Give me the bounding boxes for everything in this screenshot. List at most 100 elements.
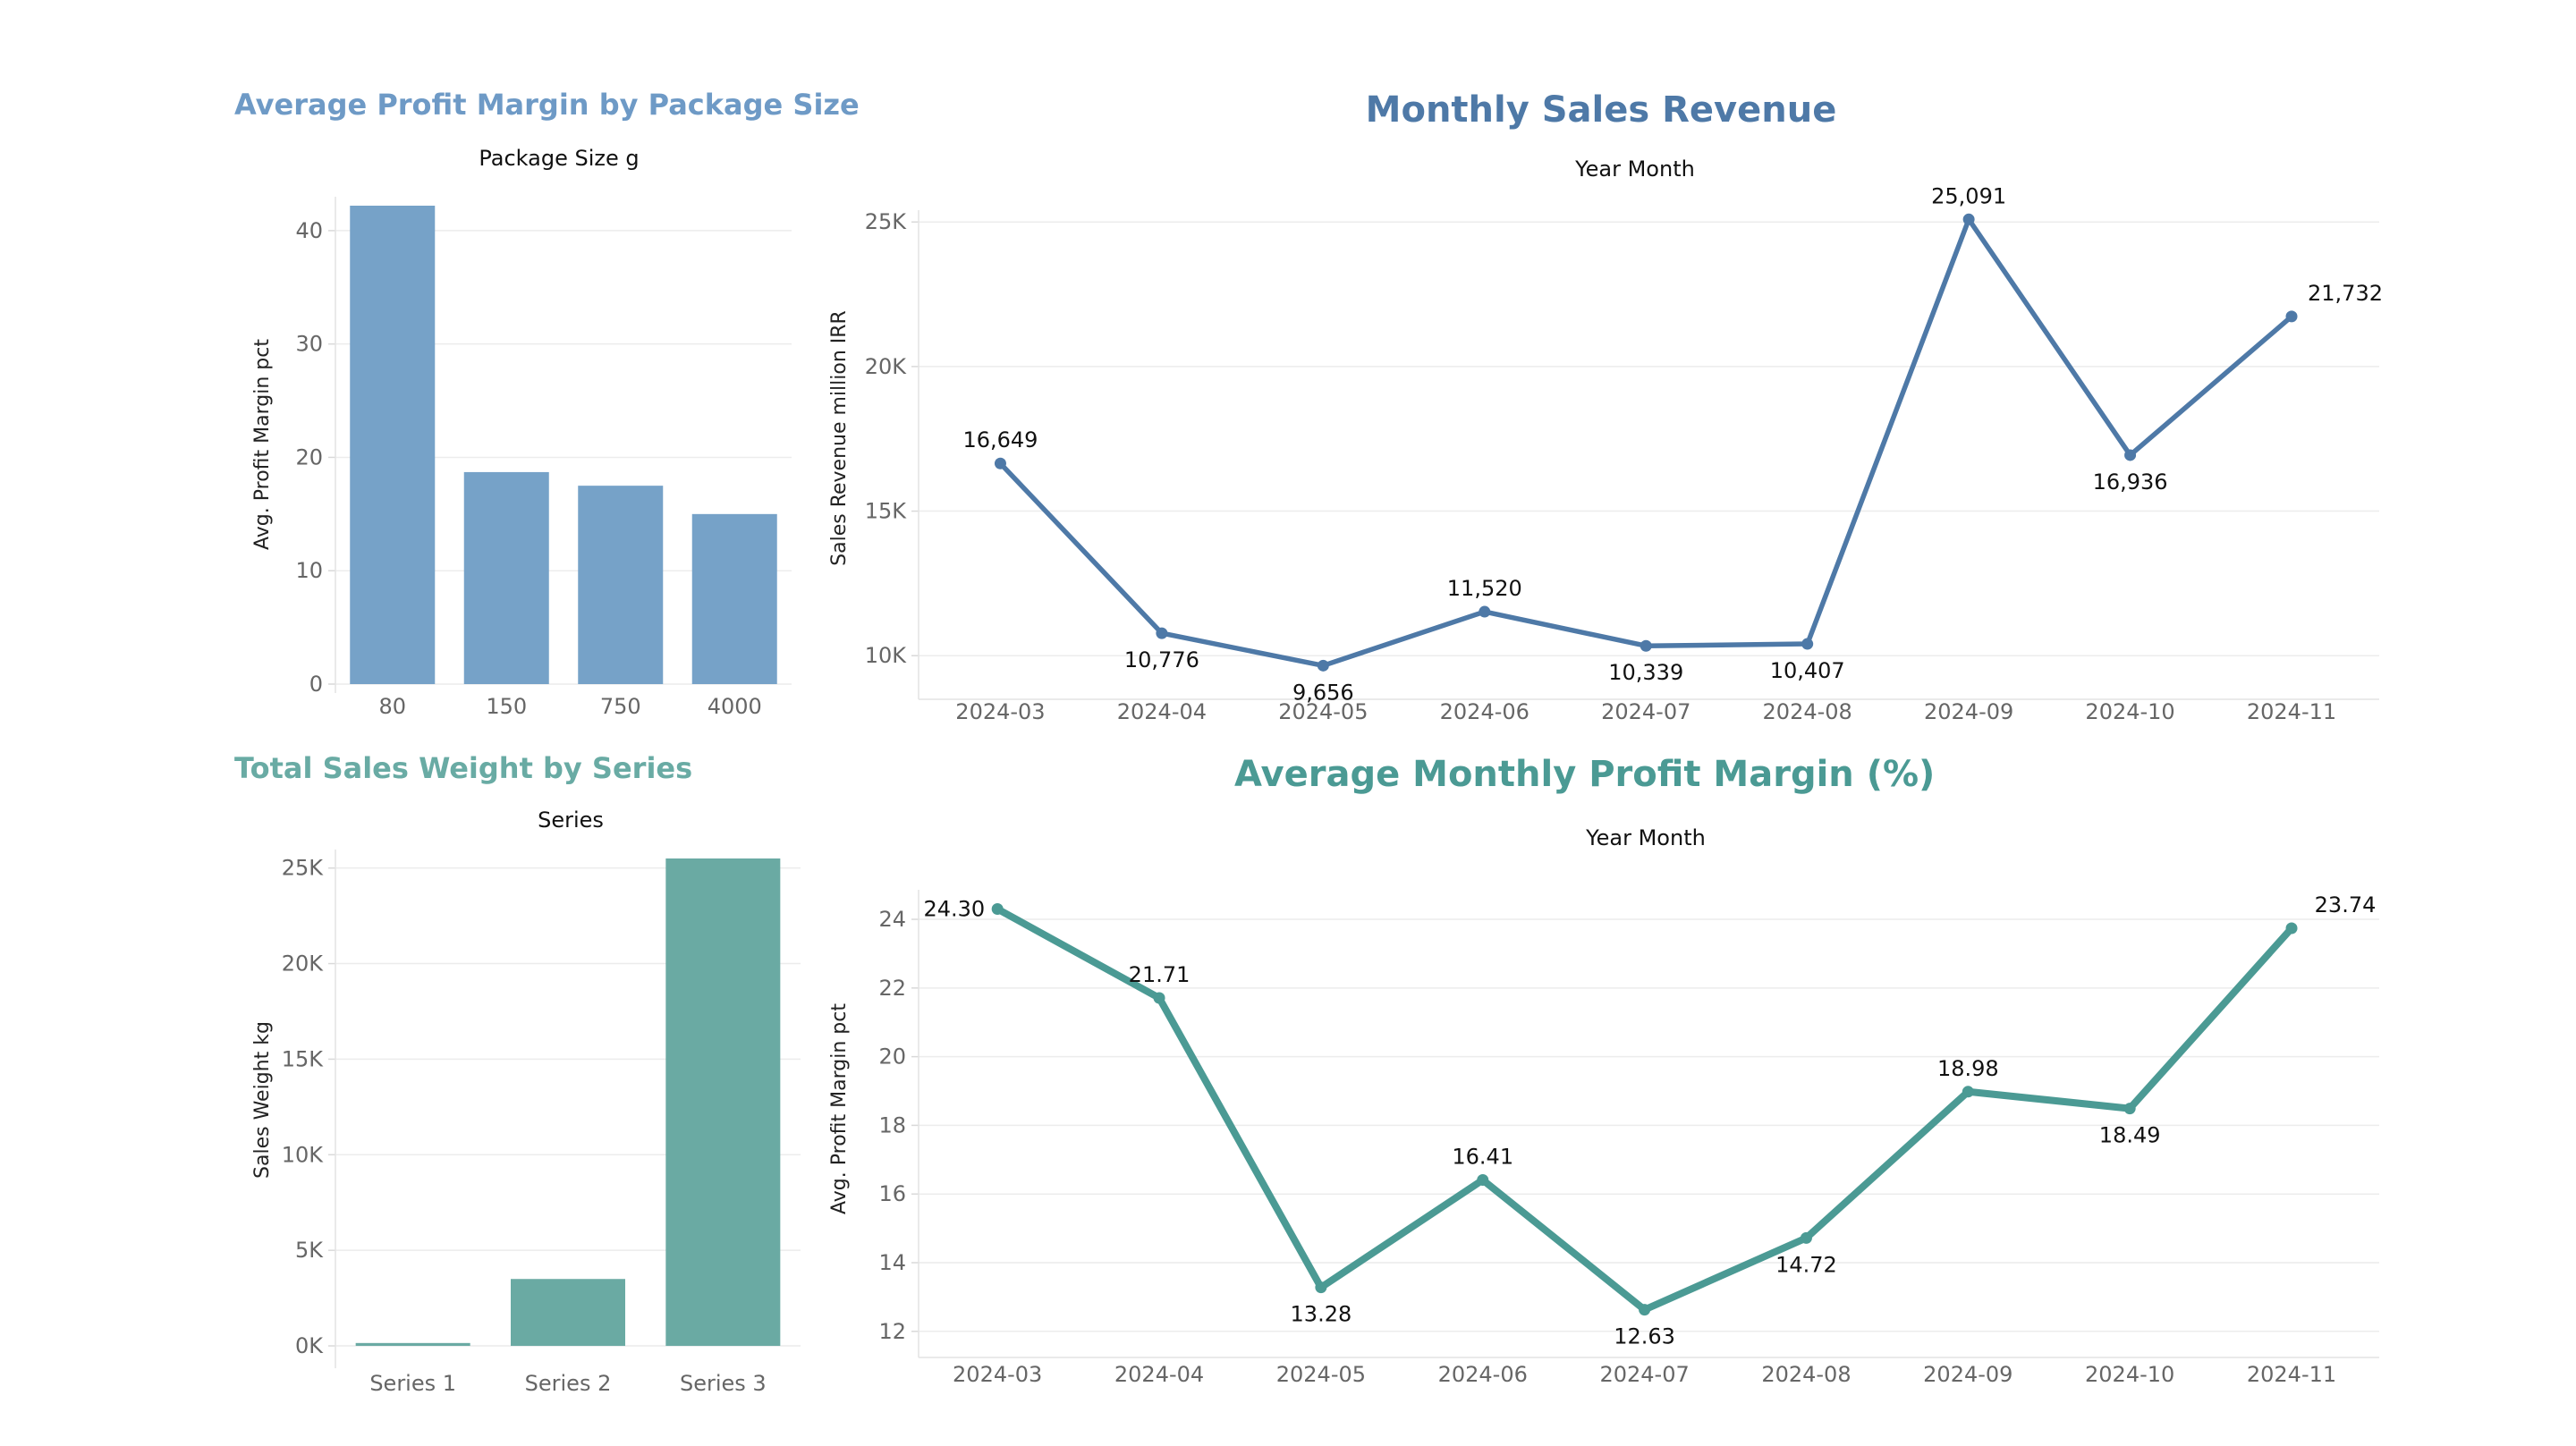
- y-tick-label: 10K: [865, 643, 908, 668]
- data-point-2024-08: [1800, 1231, 1812, 1244]
- x-tick-label: 2024-08: [1763, 699, 1852, 724]
- x-tick-label: Series 2: [525, 1371, 612, 1396]
- monthly-margin-chart: Year Month Avg. Profit Margin pct 12 14 16 18…: [828, 825, 2379, 1387]
- y-tick-label: 25K: [865, 209, 908, 234]
- y-tick-label: 20: [878, 1044, 906, 1070]
- y-tick-label: 14: [878, 1250, 906, 1275]
- x-tick-label: 2024-09: [1923, 1362, 2012, 1387]
- y-tick-label: 10K: [282, 1142, 325, 1167]
- data-point-2024-10: [2123, 1103, 2136, 1115]
- y-tick-label: 25K: [282, 856, 325, 881]
- x-tick-label: 2024-03: [955, 699, 1045, 724]
- x-axis-header: Year Month: [1574, 156, 1695, 182]
- y-tick-label: 5K: [295, 1238, 324, 1263]
- data-point-2024-09: [1962, 1086, 1974, 1098]
- data-label: 16,936: [2093, 469, 2168, 495]
- x-tick-label: 2024-04: [1114, 1362, 1204, 1387]
- x-tick-label: 2024-08: [1761, 1362, 1851, 1387]
- data-label: 23.74: [2315, 892, 2377, 917]
- data-point-2024-10: [2124, 449, 2137, 461]
- x-tick-label: 2024-06: [1440, 699, 1530, 724]
- x-tick-label: 150: [486, 694, 527, 719]
- panel-monthly-revenue: Monthly Sales Revenue Year Month Sales Re…: [805, 0, 2576, 733]
- x-axis-header: Package Size g: [479, 146, 639, 171]
- x-axis-header: Year Month: [1585, 825, 1706, 850]
- monthly-revenue-chart: Year Month Sales Revenue million IRR 10K 15…: [828, 156, 2383, 724]
- data-point-2024-07: [1639, 1304, 1651, 1316]
- data-label: 21.71: [1129, 962, 1191, 987]
- y-tick-label: 0: [309, 672, 323, 697]
- y-tick-label: 10: [295, 558, 323, 583]
- data-point-2024-11: [2285, 922, 2298, 934]
- x-tick-label: 2024-04: [1117, 699, 1207, 724]
- x-tick-label: 2024-07: [1601, 699, 1690, 724]
- y-axis-label: Avg. Profit Margin pct: [828, 1003, 851, 1214]
- data-point-2024-05: [1317, 659, 1329, 672]
- y-tick-label: 20: [295, 444, 323, 469]
- bar-series-3: [665, 858, 781, 1347]
- data-point-2024-05: [1315, 1281, 1327, 1294]
- data-label: 10,339: [1608, 660, 1683, 685]
- data-point-2024-06: [1477, 1173, 1489, 1186]
- panel-profit-by-package: Average Profit Margin by Package Size Pa…: [0, 0, 860, 733]
- y-tick-label: 18: [878, 1112, 906, 1137]
- y-tick-label: 0K: [295, 1333, 324, 1358]
- data-label: 11,520: [1447, 576, 1522, 601]
- data-point-2024-06: [1479, 605, 1491, 618]
- data-label: 21,732: [2308, 281, 2383, 306]
- y-tick-label: 24: [878, 907, 906, 932]
- x-tick-label: Series 1: [369, 1371, 456, 1396]
- y-tick-label: 15K: [865, 499, 908, 524]
- data-label: 14.72: [1775, 1252, 1837, 1277]
- weight-by-series-chart: Series Sales Weight kg 0K 5K 10K 15K 20K 25K Ser…: [251, 808, 801, 1396]
- data-label: 18.98: [1937, 1056, 1999, 1081]
- y-tick-label: 40: [295, 218, 323, 243]
- x-tick-label: 2024-03: [953, 1362, 1042, 1387]
- x-tick-label: 4000: [708, 694, 762, 719]
- x-tick-label: 80: [378, 694, 406, 719]
- data-label: 25,091: [1931, 183, 2006, 208]
- data-point-2024-04: [1156, 627, 1168, 639]
- data-point-2024-07: [1640, 639, 1652, 652]
- x-tick-label: 2024-10: [2085, 699, 2174, 724]
- y-tick-label: 15K: [282, 1046, 325, 1071]
- y-axis-label: Sales Revenue million IRR: [828, 310, 851, 566]
- data-label: 18.49: [2099, 1123, 2161, 1148]
- data-label: 13.28: [1291, 1302, 1352, 1327]
- data-point-2024-08: [1801, 638, 1814, 650]
- bar-80: [350, 206, 436, 684]
- x-tick-label: 2024-05: [1276, 1362, 1366, 1387]
- data-point-2024-11: [2285, 310, 2298, 323]
- bar-750: [578, 486, 664, 684]
- y-tick-label: 30: [295, 332, 323, 357]
- data-label: 10,407: [1770, 658, 1845, 683]
- x-tick-label: 2024-07: [1599, 1362, 1689, 1387]
- y-tick-label: 22: [878, 976, 906, 1001]
- series-line: [997, 216, 2294, 669]
- y-tick-label: 12: [878, 1319, 906, 1344]
- x-tick-label: 2024-11: [2247, 699, 2336, 724]
- x-tick-label: 750: [600, 694, 641, 719]
- panel-weight-by-series: Total Sales Weight by Series Series Sales…: [0, 733, 805, 1446]
- x-tick-label: 2024-05: [1278, 699, 1368, 724]
- x-axis-header: Series: [538, 808, 604, 833]
- bar-4000: [691, 513, 777, 684]
- x-tick-label: 2024-09: [1924, 699, 2013, 724]
- y-tick-label: 20K: [282, 951, 325, 977]
- x-tick-label: 2024-06: [1438, 1362, 1528, 1387]
- panel-monthly-margin: Average Monthly Profit Margin (%) Year M…: [805, 733, 2576, 1446]
- data-label: 16.41: [1452, 1144, 1513, 1169]
- y-axis-label: Sales Weight kg: [251, 1021, 274, 1179]
- bar-series-2: [511, 1279, 625, 1347]
- series-line: [994, 905, 2296, 1314]
- data-point-2024-04: [1153, 992, 1165, 1004]
- data-point-2024-09: [1962, 213, 1975, 225]
- bar-series-1: [355, 1342, 470, 1347]
- x-tick-label: 2024-11: [2247, 1362, 2336, 1387]
- y-tick-label: 20K: [865, 354, 908, 379]
- data-label: 12.63: [1614, 1324, 1675, 1349]
- x-tick-label: 2024-10: [2085, 1362, 2174, 1387]
- data-label: 16,649: [962, 427, 1038, 452]
- data-point-2024-03: [994, 457, 1006, 469]
- data-point-2024-03: [991, 903, 1004, 916]
